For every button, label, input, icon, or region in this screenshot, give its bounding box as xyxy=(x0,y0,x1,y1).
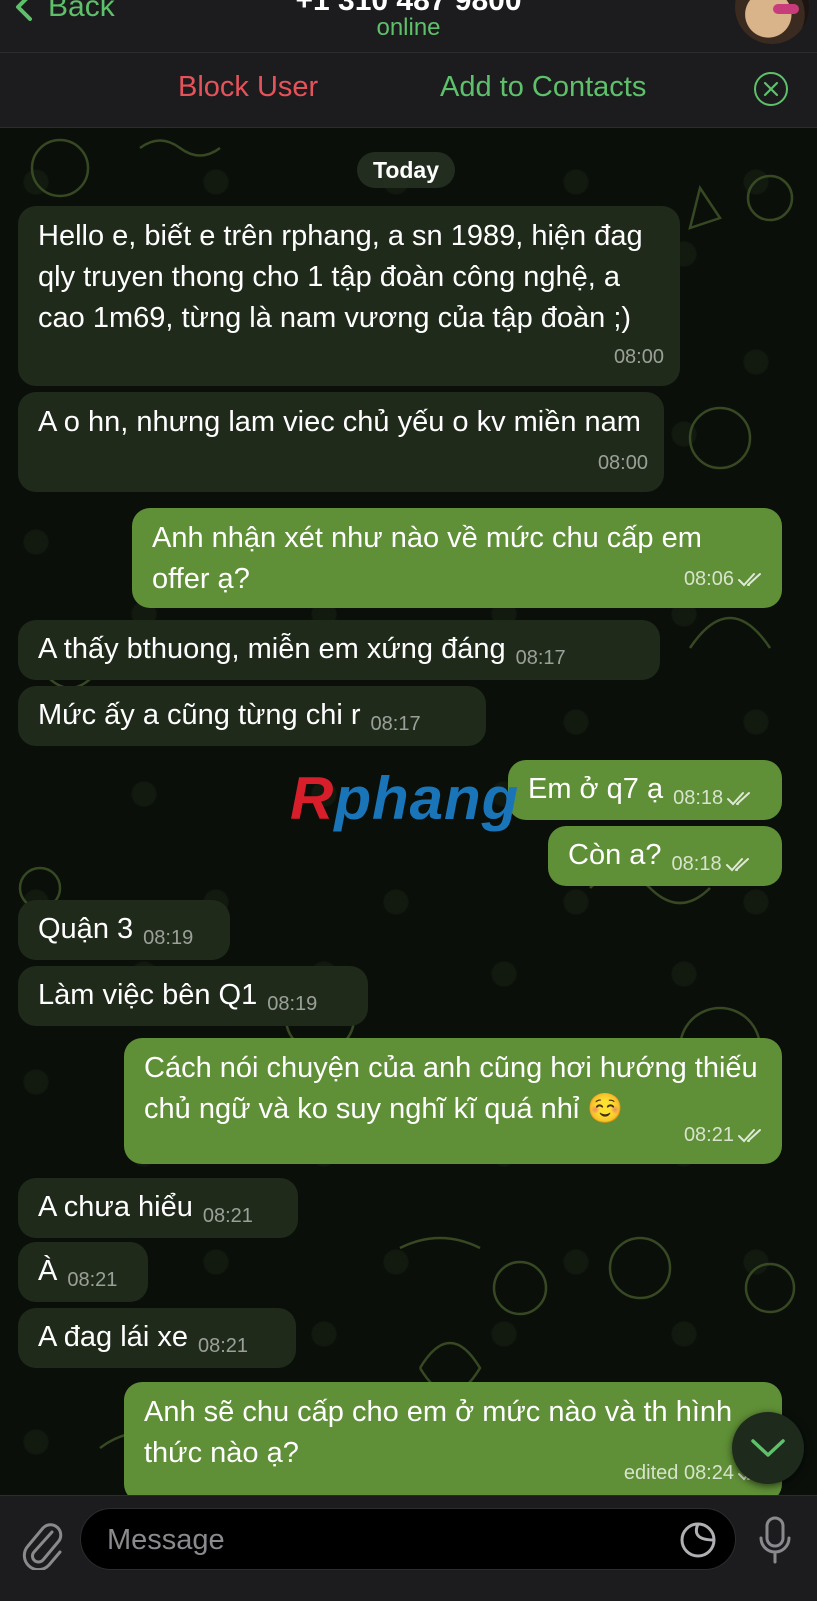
message-time: 08:18 xyxy=(673,787,724,809)
add-to-contacts-button[interactable]: Add to Contacts xyxy=(440,71,646,104)
double-check-icon xyxy=(725,857,749,871)
message-time: 08:21 xyxy=(197,1335,249,1357)
online-status: online xyxy=(376,14,441,41)
block-user-button[interactable]: Block User xyxy=(178,71,318,104)
message-text: Hello e, biết e trên rphang, a sn 1989, … xyxy=(38,220,643,334)
message-text: A thấy bthuong, miễn em xứng đáng xyxy=(38,633,506,665)
message-meta: 08:19 xyxy=(143,918,193,959)
scroll-to-bottom-button[interactable] xyxy=(732,1412,804,1484)
outgoing-message[interactable]: Còn a? 08:18 xyxy=(548,826,782,886)
message-text: Làm việc bên Q1 xyxy=(38,979,258,1011)
message-meta: 08:19 xyxy=(267,984,317,1025)
watermark-logo: Rphang xyxy=(290,765,520,832)
contact-action-bar: Block User Add to Contacts xyxy=(0,53,817,128)
incoming-message[interactable]: A o hn, nhưng lam viec chủ yếu o kv miền… xyxy=(18,392,664,492)
message-meta: 08:18 xyxy=(672,844,754,885)
incoming-message[interactable]: Hello e, biết e trên rphang, a sn 1989, … xyxy=(18,206,680,386)
incoming-message[interactable]: Làm việc bên Q1 08:19 xyxy=(18,966,368,1026)
message-text: Quận 3 xyxy=(38,913,134,945)
message-time: 08:17 xyxy=(370,713,421,735)
outgoing-message[interactable]: Em ở q7 ạ 08:18 xyxy=(508,760,782,820)
incoming-message[interactable]: A chưa hiểu 08:21 xyxy=(18,1178,298,1238)
message-composer xyxy=(0,1495,817,1601)
message-text: A đag lái xe xyxy=(38,1321,188,1353)
incoming-message[interactable]: A thấy bthuong, miễn em xứng đáng 08:17 xyxy=(18,620,660,680)
outgoing-message[interactable]: Anh sẽ chu cấp cho em ở mức nào và th hì… xyxy=(124,1382,782,1495)
outgoing-message[interactable]: Cách nói chuyện của anh cũng hơi hướng t… xyxy=(124,1038,782,1164)
message-text: Anh nhận xét như nào về mức chu cấp em o… xyxy=(152,522,702,595)
message-time: 08:21 xyxy=(67,1269,118,1291)
message-meta: 08:00 xyxy=(598,443,648,484)
outgoing-message[interactable]: Anh nhận xét như nào về mức chu cấp em o… xyxy=(132,508,782,608)
chat-header: Back +1 310 487 9800 online xyxy=(0,0,817,53)
incoming-message[interactable]: Quận 3 08:19 xyxy=(18,900,230,960)
message-time: 08:19 xyxy=(143,927,194,949)
message-time: 08:18 xyxy=(671,853,722,875)
message-text: A o hn, nhưng lam viec chủ yếu o kv miền… xyxy=(38,406,641,438)
message-time: 08:21 xyxy=(683,1124,734,1146)
message-time: 08:06 xyxy=(683,568,734,590)
double-check-icon xyxy=(727,791,751,805)
incoming-message[interactable]: À 08:21 xyxy=(18,1242,148,1302)
chevron-down-icon xyxy=(751,1439,785,1457)
message-meta: 08:06 xyxy=(684,559,766,600)
message-text: À xyxy=(38,1255,58,1287)
message-time: 08:00 xyxy=(597,452,648,474)
incoming-message[interactable]: A đag lái xe 08:21 xyxy=(18,1308,296,1368)
message-text: A chưa hiểu xyxy=(38,1191,193,1223)
message-meta: 08:17 xyxy=(516,638,566,679)
double-check-icon xyxy=(738,572,761,586)
message-text: Cách nói chuyện của anh cũng hơi hướng t… xyxy=(144,1052,758,1125)
message-meta: 08:18 xyxy=(673,778,755,819)
message-time: edited 08:24 xyxy=(623,1462,734,1484)
double-check-icon xyxy=(738,1128,761,1142)
message-input-wrapper xyxy=(80,1508,736,1571)
message-time: 08:17 xyxy=(515,647,566,669)
message-meta: 08:00 xyxy=(614,337,664,378)
message-time: 08:21 xyxy=(202,1205,253,1227)
chat-area[interactable]: Today Hello e, biết e trên rphang, a sn … xyxy=(0,128,817,1495)
close-icon[interactable] xyxy=(754,72,788,106)
message-meta: 08:21 xyxy=(203,1196,253,1237)
microphone-icon[interactable] xyxy=(758,1516,792,1566)
message-meta: 08:21 xyxy=(198,1326,248,1367)
message-text: Còn a? xyxy=(568,839,662,871)
sticker-icon[interactable] xyxy=(679,1521,717,1559)
message-time: 08:19 xyxy=(267,993,318,1015)
date-separator: Today xyxy=(357,152,455,188)
message-meta: 08:21 xyxy=(684,1115,766,1156)
message-input[interactable] xyxy=(105,1509,649,1571)
paperclip-icon[interactable] xyxy=(20,1520,64,1570)
message-text: Mức ấy a cũng từng chi r xyxy=(38,699,361,731)
message-meta: 08:21 xyxy=(67,1260,117,1301)
message-text: Em ở q7 ạ xyxy=(528,773,664,805)
message-meta: 08:17 xyxy=(371,704,421,745)
message-time: 08:00 xyxy=(613,346,664,368)
incoming-message[interactable]: Mức ấy a cũng từng chi r 08:17 xyxy=(18,686,486,746)
